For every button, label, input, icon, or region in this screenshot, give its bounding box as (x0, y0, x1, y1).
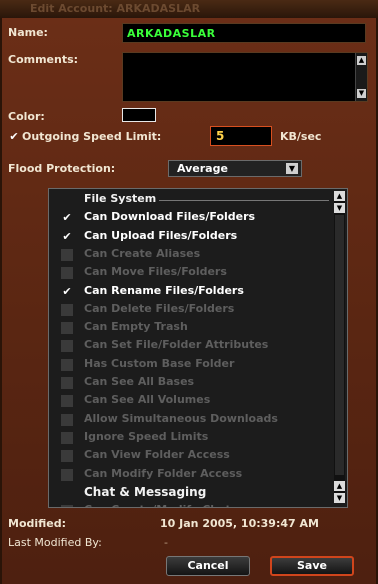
checkbox-unchecked-icon[interactable] (61, 322, 73, 335)
permission-label: Allow Simultaneous Downloads (84, 411, 278, 425)
checkbox-unchecked-icon[interactable] (61, 248, 73, 261)
section-label: Chat & Messaging (84, 484, 207, 499)
name-field[interactable]: ARKADASLAR (122, 23, 366, 43)
permission-item[interactable]: Can View Folder Access (49, 447, 333, 465)
permission-label: Can Create/Modify Chats (84, 503, 237, 507)
section-label: File System (84, 192, 157, 205)
checkbox-unchecked-icon[interactable] (61, 395, 73, 408)
checkbox-unchecked-icon[interactable] (61, 303, 73, 316)
checkbox-checked-icon[interactable]: ✔ (61, 212, 73, 224)
permission-label: Can Set File/Folder Attributes (84, 338, 269, 352)
checkbox-unchecked-icon[interactable] (61, 340, 73, 353)
scroll-down-icon[interactable]: ▼ (357, 89, 366, 98)
permission-item[interactable]: Can Set File/Folder Attributes (49, 337, 333, 355)
section-divider (159, 200, 329, 201)
checkbox-unchecked-icon[interactable] (61, 450, 73, 463)
speed-limit-input[interactable]: 5 (210, 126, 272, 146)
permission-item[interactable]: Can Delete Files/Folders (49, 301, 333, 319)
color-swatch[interactable] (122, 108, 156, 122)
permission-label: Can Modify Folder Access (84, 466, 243, 480)
speed-limit-label: Outgoing Speed Limit: (22, 130, 162, 143)
permission-label: Ignore Speed Limits (84, 429, 209, 443)
permission-label: Can Delete Files/Folders (84, 301, 235, 315)
permission-item[interactable]: Can Move Files/Folders (49, 264, 333, 282)
permission-label: Can Create Aliases (84, 246, 201, 260)
speed-limit-checkbox[interactable]: ✔ (8, 131, 20, 143)
scroll-up-icon[interactable]: ▲ (357, 56, 366, 65)
permission-item[interactable]: Can Empty Trash (49, 319, 333, 337)
checkbox-checked-icon[interactable]: ✔ (61, 285, 73, 298)
flood-protection-value: Average (177, 162, 228, 175)
permission-label: Can Rename Files/Folders (84, 283, 244, 297)
permissions-section-header: File System (49, 191, 333, 209)
permission-item[interactable]: Can Modify Folder Access (49, 466, 333, 484)
permission-label: Can Empty Trash (84, 320, 188, 334)
permissions-list: File System ✔ Can Download Files/Folders ✔ C… (48, 188, 348, 508)
permissions-section-header: Chat & Messaging (49, 484, 333, 502)
speed-unit-label: KB/sec (280, 130, 322, 143)
permission-item[interactable]: Can See All Bases (49, 374, 333, 392)
window-title: Edit Account: ARKADASLAR (30, 2, 201, 15)
scroll-up-icon[interactable]: ▲ (334, 191, 345, 201)
save-button[interactable]: Save (270, 556, 354, 576)
scroll-page-up-icon[interactable]: ▼ (334, 203, 345, 213)
cancel-button[interactable]: Cancel (166, 556, 250, 576)
permission-item[interactable]: ✔ Can Upload Files/Folders (49, 228, 333, 246)
checkbox-unchecked-icon[interactable] (61, 267, 73, 280)
checkbox-unchecked-icon[interactable] (61, 505, 73, 507)
permission-label: Can See All Volumes (84, 393, 211, 407)
permission-item[interactable]: Can See All Volumes (49, 392, 333, 410)
name-label: Name: (8, 26, 48, 39)
permission-label: Can Upload Files/Folders (84, 228, 238, 242)
scrollbar-track[interactable] (335, 215, 344, 475)
last-modified-label: Last Modified By: (8, 536, 102, 549)
last-modified-value: - (164, 536, 168, 549)
comments-scrollbar[interactable]: ▲ ▼ (355, 53, 367, 101)
title-bar: Edit Account: ARKADASLAR (0, 0, 378, 18)
permission-label: Can Move Files/Folders (84, 265, 227, 279)
permission-label: Can Download Files/Folders (84, 210, 256, 224)
checkbox-unchecked-icon[interactable] (61, 468, 73, 481)
permission-label: Can See All Bases (84, 375, 195, 388)
permissions-scrollbar[interactable]: ▲ ▼ ▲ ▼ (334, 191, 345, 503)
scroll-page-down-icon[interactable]: ▲ (334, 481, 345, 491)
permission-item[interactable]: ✔ Can Download Files/Folders (49, 209, 333, 227)
permission-item[interactable]: Can Create/Modify Chats (49, 502, 333, 507)
permission-item[interactable]: Can Create Aliases (49, 246, 333, 264)
comments-label: Comments: (8, 53, 79, 66)
checkbox-unchecked-icon[interactable] (61, 377, 73, 389)
permission-label: Has Custom Base Folder (84, 356, 235, 370)
checkbox-unchecked-icon[interactable] (61, 358, 73, 371)
color-label: Color: (8, 110, 45, 123)
permission-item[interactable]: ✔ Can Rename Files/Folders (49, 283, 333, 301)
permission-item[interactable]: Ignore Speed Limits (49, 429, 333, 447)
permission-item[interactable]: Has Custom Base Folder (49, 356, 333, 374)
scroll-down-icon[interactable]: ▼ (334, 493, 345, 503)
flood-protection-label: Flood Protection: (8, 162, 116, 175)
permission-item[interactable]: Allow Simultaneous Downloads (49, 411, 333, 429)
checkbox-unchecked-icon[interactable] (61, 413, 73, 426)
chevron-down-icon[interactable]: ▼ (286, 163, 298, 174)
modified-label: Modified: (8, 517, 67, 530)
comments-field[interactable]: ▲ ▼ (122, 52, 368, 102)
flood-protection-select[interactable]: Average ▼ (168, 160, 302, 177)
permission-label: Can View Folder Access (84, 448, 230, 462)
checkbox-checked-icon[interactable]: ✔ (61, 230, 73, 243)
checkbox-unchecked-icon[interactable] (61, 431, 73, 444)
modified-value: 10 Jan 2005, 10:39:47 AM (160, 517, 319, 530)
